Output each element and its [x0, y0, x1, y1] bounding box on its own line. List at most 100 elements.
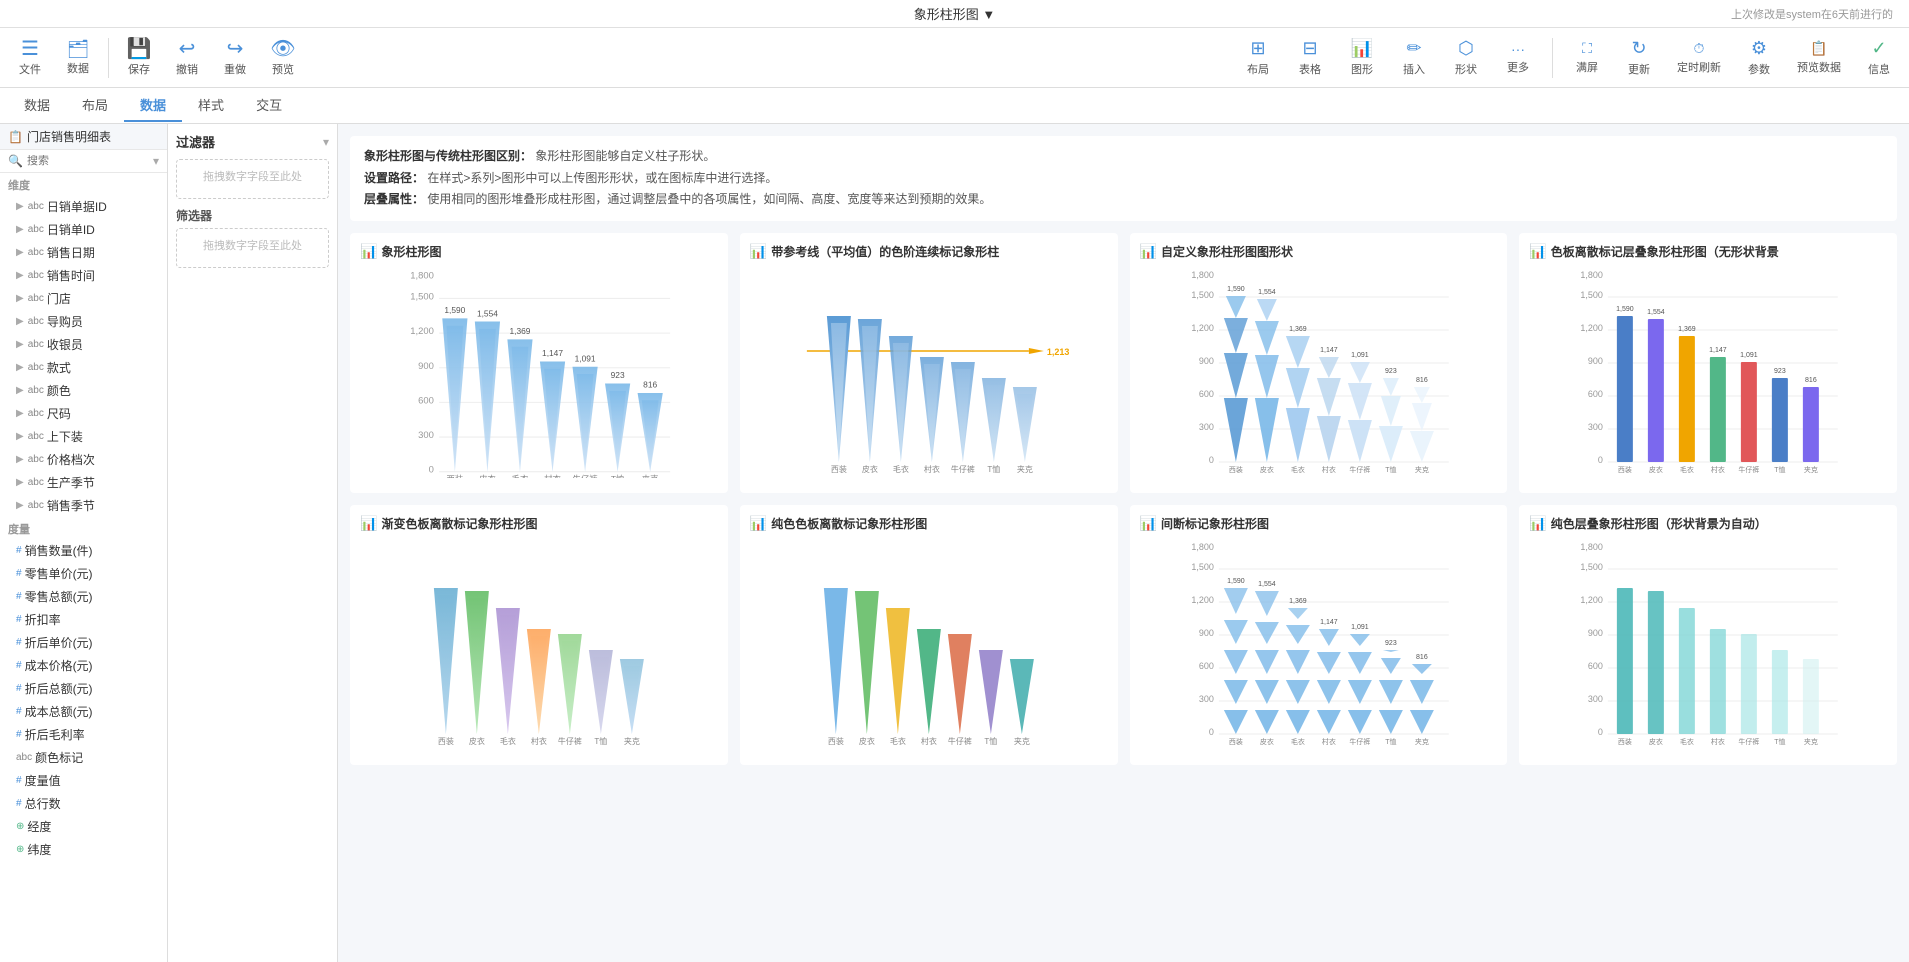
sidebar-item-xsrq[interactable]: ▶ abc 销售日期 — [0, 241, 167, 264]
svg-text:1,554: 1,554 — [1258, 581, 1276, 588]
sidebar-item-label-zhze: 折后总额(元) — [25, 680, 93, 697]
sidebar-item-cc[interactable]: ▶ abc 尺码 — [0, 402, 167, 425]
svg-text:皮衣: 皮衣 — [859, 736, 875, 746]
document-title[interactable]: 象形柱形图 ▼ — [914, 4, 995, 23]
toolbar-more[interactable]: ··· 更多 — [1496, 37, 1540, 79]
svg-text:T恤: T恤 — [1385, 465, 1396, 474]
sidebar-item-cbze[interactable]: # 成本总额(元) — [0, 700, 167, 723]
toolbar-file[interactable]: ☰ 文件 — [8, 35, 52, 81]
info-text-panel: 象形柱形图与传统柱形图区别： 象形柱形图能够自定义柱子形状。 设置路径： 在样式… — [350, 136, 1897, 221]
toolbar-undo[interactable]: ↩ 撤销 — [165, 35, 209, 81]
filter-panel: 过滤器 ▾ 拖拽数字字段至此处 筛选器 拖拽数字字段至此处 — [168, 124, 338, 962]
svg-text:牛仔裤: 牛仔裤 — [573, 474, 598, 478]
toolbar-shape[interactable]: ⬡ 形状 — [1444, 34, 1488, 81]
sidebar-item-md[interactable]: ▶ abc 门店 — [0, 287, 167, 310]
chart-title-3: 📊 自定义象形柱形图图形状 — [1140, 243, 1498, 260]
sidebar-item-label-ys: 颜色 — [47, 382, 71, 399]
toolbar-table[interactable]: ⊟ 表格 — [1288, 34, 1332, 81]
svg-text:1,500: 1,500 — [410, 291, 434, 302]
svg-text:西装: 西装 — [1618, 465, 1632, 474]
sidebar-item-cbpg[interactable]: # 成本价格(元) — [0, 654, 167, 677]
expand-icon-xsjj: ▶ — [16, 500, 24, 511]
svg-text:600: 600 — [1588, 389, 1603, 399]
sidebar-item-zhs[interactable]: # 总行数 — [0, 792, 167, 815]
sidebar-item-label-zhs: 总行数 — [25, 795, 61, 812]
toolbar-redo[interactable]: ↪ 重做 — [213, 35, 257, 81]
sidebar-item-ks[interactable]: ▶ abc 款式 — [0, 356, 167, 379]
filter-expand-icon[interactable]: ▾ — [323, 135, 329, 149]
svg-text:村衣: 村衣 — [1321, 737, 1335, 746]
expand-icon-dgy: ▶ — [16, 316, 24, 327]
svg-text:村衣: 村衣 — [921, 736, 937, 746]
info-text-3: 使用相同的图形堆叠形成柱形图，通过调整层叠中的各项属性，如间隔、高度、宽度等来达… — [427, 192, 991, 206]
sidebar-item-xssl[interactable]: # 销售数量(件) — [0, 539, 167, 562]
svg-text:皮衣: 皮衣 — [469, 736, 485, 746]
toolbar-refresh[interactable]: ↻ 更新 — [1617, 34, 1661, 81]
sidebar-item-zhmll[interactable]: # 折后毛利率 — [0, 723, 167, 746]
sidebar-table-header[interactable]: 📋 门店销售明细表 — [0, 124, 167, 150]
sidebar-item-scjj[interactable]: ▶ abc 生产季节 — [0, 471, 167, 494]
filter-section-drop-zone[interactable]: 拖拽数字字段至此处 — [176, 228, 329, 268]
chart-svg-5: 西装 皮衣 毛衣 村衣 牛仔裤 T恤 夹克 — [360, 540, 718, 750]
toolbar-file-label: 文件 — [19, 61, 41, 77]
chart-icon-8: 📊 — [1529, 515, 1546, 532]
sidebar-item-wd[interactable]: ⊕ 纬度 — [0, 838, 167, 861]
type-badge-xsrq: abc — [28, 247, 44, 258]
sidebar-item-ysbj[interactable]: abc 颜色标记 — [0, 746, 167, 769]
tab-buju[interactable]: 布局 — [66, 89, 124, 122]
sidebar-item-sky[interactable]: ▶ abc 收银员 — [0, 333, 167, 356]
sidebar-item-label-lsdj: 零售单价(元) — [25, 565, 93, 582]
toolbar-params[interactable]: ⚙ 参数 — [1737, 34, 1781, 81]
svg-text:村衣: 村衣 — [924, 464, 940, 474]
type-badge-sky: abc — [28, 339, 44, 350]
tab-shuju2[interactable]: 数据 — [124, 89, 182, 122]
toolbar-insert[interactable]: ✏ 插入 — [1392, 34, 1436, 81]
sidebar-item-rxdid[interactable]: ▶ abc 日销单ID — [0, 218, 167, 241]
expand-icon-rxdid: ▶ — [16, 224, 24, 235]
toolbar-timer[interactable]: ⏱ 定时刷新 — [1669, 36, 1729, 79]
chart-grid-row2: 📊 渐变色板离散标记象形柱形图 — [350, 505, 1897, 765]
sidebar-item-jgdc[interactable]: ▶ abc 价格档次 — [0, 448, 167, 471]
sidebar-item-lsze[interactable]: # 零售总额(元) — [0, 585, 167, 608]
tab-jiaohu[interactable]: 交互 — [240, 89, 298, 122]
sidebar-item-xsjj[interactable]: ▶ abc 销售季节 — [0, 494, 167, 517]
svg-text:900: 900 — [1198, 356, 1213, 366]
sidebar-search-input[interactable] — [27, 155, 149, 167]
sidebar-item-lsdj[interactable]: # 零售单价(元) — [0, 562, 167, 585]
sidebar-item-zhze[interactable]: # 折后总额(元) — [0, 677, 167, 700]
tab-shuju1[interactable]: 数据 — [8, 89, 66, 122]
toolbar-more-label: 更多 — [1507, 59, 1529, 75]
svg-text:夹克: 夹克 — [1804, 465, 1818, 474]
svg-text:0: 0 — [1208, 455, 1213, 465]
toolbar-preview-data[interactable]: 📋 预览数据 — [1789, 36, 1849, 79]
tab-yangshi[interactable]: 样式 — [182, 89, 240, 122]
sidebar-expand-icon[interactable]: ▾ — [153, 154, 159, 168]
svg-text:牛仔裤: 牛仔裤 — [948, 736, 972, 746]
svg-text:900: 900 — [418, 361, 434, 372]
filter-drop-zone[interactable]: 拖拽数字字段至此处 — [176, 159, 329, 199]
sidebar-item-rxxjid[interactable]: ▶ abc 日销单据ID — [0, 195, 167, 218]
sidebar-item-sxz[interactable]: ▶ abc 上下装 — [0, 425, 167, 448]
chart-title-6: 📊 纯色色板离散标记象形柱形图 — [750, 515, 1108, 532]
svg-text:T恤: T恤 — [594, 736, 607, 746]
toolbar-data[interactable]: 🗂 数据 — [56, 36, 100, 80]
svg-text:300: 300 — [1588, 694, 1603, 704]
toolbar-preview[interactable]: 👁 预览 — [261, 35, 305, 81]
svg-text:西装: 西装 — [438, 736, 454, 746]
sidebar-item-zhddj[interactable]: # 折后单价(元) — [0, 631, 167, 654]
svg-text:1,500: 1,500 — [1581, 562, 1604, 572]
toolbar-chart[interactable]: 📊 图形 — [1340, 34, 1384, 81]
sidebar-item-dlz[interactable]: # 度量值 — [0, 769, 167, 792]
toolbar-layout[interactable]: ⊞ 布局 — [1236, 34, 1280, 81]
sidebar-item-jd[interactable]: ⊕ 经度 — [0, 815, 167, 838]
sidebar-item-zkl[interactable]: # 折扣率 — [0, 608, 167, 631]
left-sidebar: 📋 门店销售明细表 🔍 ▾ 维度 ▶ abc 日销单据ID ▶ abc 日销单I… — [0, 124, 168, 962]
type-badge-zhs: # — [16, 798, 22, 809]
redo-icon: ↪ — [227, 39, 244, 59]
toolbar-fullscreen[interactable]: ⛶ 满屏 — [1565, 36, 1609, 79]
sidebar-item-xssj[interactable]: ▶ abc 销售时间 — [0, 264, 167, 287]
sidebar-item-dgy[interactable]: ▶ abc 导购员 — [0, 310, 167, 333]
toolbar-save[interactable]: 💾 保存 — [117, 35, 161, 81]
sidebar-item-ys[interactable]: ▶ abc 颜色 — [0, 379, 167, 402]
toolbar-info[interactable]: ✓ 信息 — [1857, 34, 1901, 81]
